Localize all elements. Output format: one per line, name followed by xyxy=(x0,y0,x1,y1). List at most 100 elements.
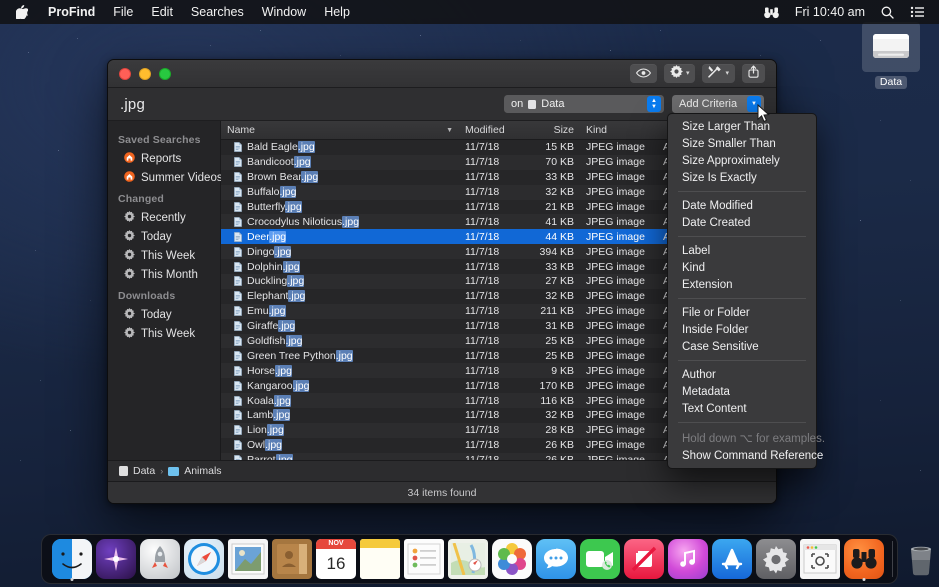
column-header-kind[interactable]: Kind xyxy=(580,124,657,136)
menu-option-size-smaller-than[interactable]: Size Smaller Than xyxy=(668,135,816,152)
column-header-size[interactable]: Size xyxy=(522,124,580,136)
path-root-label[interactable]: Data xyxy=(133,465,155,477)
minimize-button[interactable] xyxy=(139,68,151,80)
dock-item-siri[interactable] xyxy=(95,538,137,580)
menu-option-metadata[interactable]: Metadata xyxy=(668,383,816,400)
menu-option-size-approximately[interactable]: Size Approximately xyxy=(668,152,816,169)
zoom-button[interactable] xyxy=(159,68,171,80)
cell-kind: JPEG image xyxy=(580,141,657,153)
dock-item-maps[interactable] xyxy=(447,538,489,580)
calendar-month-label: NOV xyxy=(316,539,356,549)
cell-name: Kangaroo.jpg xyxy=(221,380,459,392)
sidebar-item-summer-videos[interactable]: Summer Videos xyxy=(108,168,220,187)
dock-item-facetime[interactable] xyxy=(579,538,621,580)
scope-prefix-label: on xyxy=(511,98,523,110)
menu-item-help[interactable]: Help xyxy=(315,0,359,24)
cell-name: Goldfish.jpg xyxy=(221,335,459,347)
search-scope-popup[interactable]: on Data ▲▼ xyxy=(504,95,664,113)
control-center-icon[interactable] xyxy=(903,6,931,18)
file-name-label: Elephant.jpg xyxy=(247,290,305,302)
dock-item-system-preferences[interactable] xyxy=(755,538,797,580)
menu-option-text-content[interactable]: Text Content xyxy=(668,400,816,417)
apple-menu-icon[interactable] xyxy=(8,5,39,19)
dock-item-photos[interactable] xyxy=(491,538,533,580)
menu-option-date-created[interactable]: Date Created xyxy=(668,214,816,231)
menu-item-file[interactable]: File xyxy=(104,0,142,24)
sidebar-item-this-week-downloads[interactable]: This Week xyxy=(108,324,220,343)
menu-option-show-command-reference[interactable]: Show Command Reference xyxy=(668,447,816,464)
cell-name: Dingo.jpg xyxy=(221,246,459,258)
dock-item-safari[interactable] xyxy=(183,538,225,580)
menu-option-date-modified[interactable]: Date Modified xyxy=(668,197,816,214)
desktop-icon-data-drive[interactable]: Data xyxy=(862,22,920,90)
cell-kind: JPEG image xyxy=(580,186,657,198)
file-name-label: Green Tree Python.jpg xyxy=(247,350,353,362)
running-indicator xyxy=(863,578,866,581)
dock-item-mail[interactable] xyxy=(227,538,269,580)
dock-item-itunes[interactable] xyxy=(667,538,709,580)
search-match-highlight: .jpg xyxy=(269,231,286,243)
menu-option-inside-folder[interactable]: Inside Folder xyxy=(668,321,816,338)
cell-modified: 11/7/18 xyxy=(459,290,522,302)
path-folder-label[interactable]: Animals xyxy=(184,465,221,477)
sidebar-item-this-month-changed[interactable]: This Month xyxy=(108,265,220,284)
menu-option-kind[interactable]: Kind xyxy=(668,259,816,276)
sidebar-item-today-changed[interactable]: Today xyxy=(108,227,220,246)
action-menu-button[interactable]: ▾ xyxy=(664,64,696,83)
dock-item-profind[interactable] xyxy=(843,538,885,580)
menu-option-size-larger-than[interactable]: Size Larger Than xyxy=(668,118,816,135)
menu-item-searches[interactable]: Searches xyxy=(182,0,253,24)
dock-item-calendar[interactable]: NOV 16 xyxy=(315,538,357,580)
share-button[interactable] xyxy=(742,64,765,83)
dock-item-launchpad[interactable] xyxy=(139,538,181,580)
sidebar-item-recently[interactable]: Recently xyxy=(108,208,220,227)
dock-item-reminders[interactable] xyxy=(403,538,445,580)
column-header-name[interactable]: Name ▼ xyxy=(221,124,459,136)
quick-look-button[interactable] xyxy=(630,64,657,83)
stepper-icon[interactable]: ▲▼ xyxy=(647,96,661,112)
sidebar-item-this-week-changed[interactable]: This Week xyxy=(108,246,220,265)
menu-option-extension[interactable]: Extension xyxy=(668,276,816,293)
dock-item-notes[interactable] xyxy=(359,538,401,580)
menu-item-edit[interactable]: Edit xyxy=(142,0,182,24)
search-term-field[interactable]: .jpg xyxy=(120,96,145,113)
cell-size: 21 KB xyxy=(522,201,580,213)
menu-option-case-sensitive[interactable]: Case Sensitive xyxy=(668,338,816,355)
close-button[interactable] xyxy=(119,68,131,80)
cell-name: Elephant.jpg xyxy=(221,290,459,302)
menu-option-author[interactable]: Author xyxy=(668,366,816,383)
dock-item-messages[interactable] xyxy=(535,538,577,580)
sidebar-item-today-downloads[interactable]: Today xyxy=(108,305,220,324)
dock-item-finder[interactable] xyxy=(51,538,93,580)
sidebar-item-reports[interactable]: Reports xyxy=(108,149,220,168)
window-controls xyxy=(119,68,171,80)
document-icon xyxy=(234,455,242,460)
siri-icon xyxy=(96,539,136,579)
add-criteria-popup[interactable]: Add Criteria ▼ xyxy=(672,95,764,113)
dock-item-contacts[interactable] xyxy=(271,538,313,580)
dock-item-screenshot[interactable] xyxy=(799,538,841,580)
add-criteria-label: Add Criteria xyxy=(679,98,737,110)
dock-item-trash[interactable] xyxy=(900,538,939,580)
menu-option-label[interactable]: Label xyxy=(668,242,816,259)
menu-bar-clock[interactable]: Fri 10:40 am xyxy=(788,0,872,24)
menu-option-size-is-exactly[interactable]: Size Is Exactly xyxy=(668,169,816,186)
dock-item-app-store[interactable] xyxy=(711,538,753,580)
menu-item-profind[interactable]: ProFind xyxy=(39,0,104,24)
column-header-modified[interactable]: Modified xyxy=(459,124,522,136)
file-name-label: Horse.jpg xyxy=(247,365,292,377)
gear-icon xyxy=(124,308,135,322)
contacts-icon xyxy=(272,539,312,579)
cell-size: 33 KB xyxy=(522,261,580,273)
dock-item-news[interactable] xyxy=(623,538,665,580)
tools-menu-button[interactable]: ▾ xyxy=(702,64,735,83)
sidebar-group-title: Downloads xyxy=(108,284,220,305)
gear-icon xyxy=(124,327,135,341)
menu-item-window[interactable]: Window xyxy=(253,0,315,24)
binoculars-icon[interactable] xyxy=(757,6,786,19)
menu-option-file-or-folder[interactable]: File or Folder xyxy=(668,304,816,321)
cell-modified: 11/7/18 xyxy=(459,171,522,183)
document-icon xyxy=(234,187,242,197)
cell-size: 26 KB xyxy=(522,454,580,460)
search-icon[interactable] xyxy=(874,6,901,19)
